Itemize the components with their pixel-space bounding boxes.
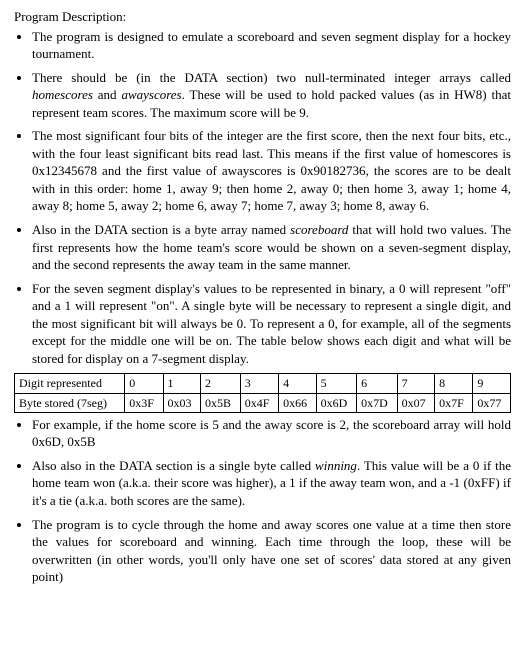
bullet-item: The program is to cycle through the home… <box>32 516 511 586</box>
bullet-item: Also in the DATA section is a byte array… <box>32 221 511 274</box>
row-label: Digit represented <box>15 374 125 393</box>
cell: 6 <box>357 374 398 393</box>
bullet-item: The most significant four bits of the in… <box>32 127 511 215</box>
cell: 0x66 <box>279 393 317 412</box>
section-heading: Program Description: <box>14 8 511 26</box>
cell: 0x5B <box>201 393 241 412</box>
cell: 1 <box>163 374 201 393</box>
cell: 7 <box>397 374 435 393</box>
cell: 0x6D <box>316 393 357 412</box>
bullet-item: The program is designed to emulate a sco… <box>32 28 511 63</box>
cell: 0x7F <box>435 393 473 412</box>
cell: 0x7D <box>357 393 398 412</box>
bullet-item: For the seven segment display's values t… <box>32 280 511 368</box>
cell: 5 <box>316 374 357 393</box>
row-label: Byte stored (7seg) <box>15 393 125 412</box>
cell: 0x77 <box>473 393 511 412</box>
cell: 0x07 <box>397 393 435 412</box>
bullet-list-bottom: For example, if the home score is 5 and … <box>32 416 511 586</box>
cell: 0 <box>125 374 163 393</box>
cell: 8 <box>435 374 473 393</box>
cell: 0x03 <box>163 393 201 412</box>
bullet-item: For example, if the home score is 5 and … <box>32 416 511 451</box>
bullet-item: Also also in the DATA section is a singl… <box>32 457 511 510</box>
cell: 2 <box>201 374 241 393</box>
cell: 0x3F <box>125 393 163 412</box>
table-row: Digit represented 0 1 2 3 4 5 6 7 8 9 <box>15 374 511 393</box>
cell: 0x4F <box>240 393 278 412</box>
table-row: Byte stored (7seg) 0x3F 0x03 0x5B 0x4F 0… <box>15 393 511 412</box>
seven-seg-table: Digit represented 0 1 2 3 4 5 6 7 8 9 By… <box>14 373 511 412</box>
cell: 4 <box>279 374 317 393</box>
bullet-item: There should be (in the DATA section) tw… <box>32 69 511 122</box>
cell: 9 <box>473 374 511 393</box>
cell: 3 <box>240 374 278 393</box>
bullet-list-top: The program is designed to emulate a sco… <box>32 28 511 368</box>
